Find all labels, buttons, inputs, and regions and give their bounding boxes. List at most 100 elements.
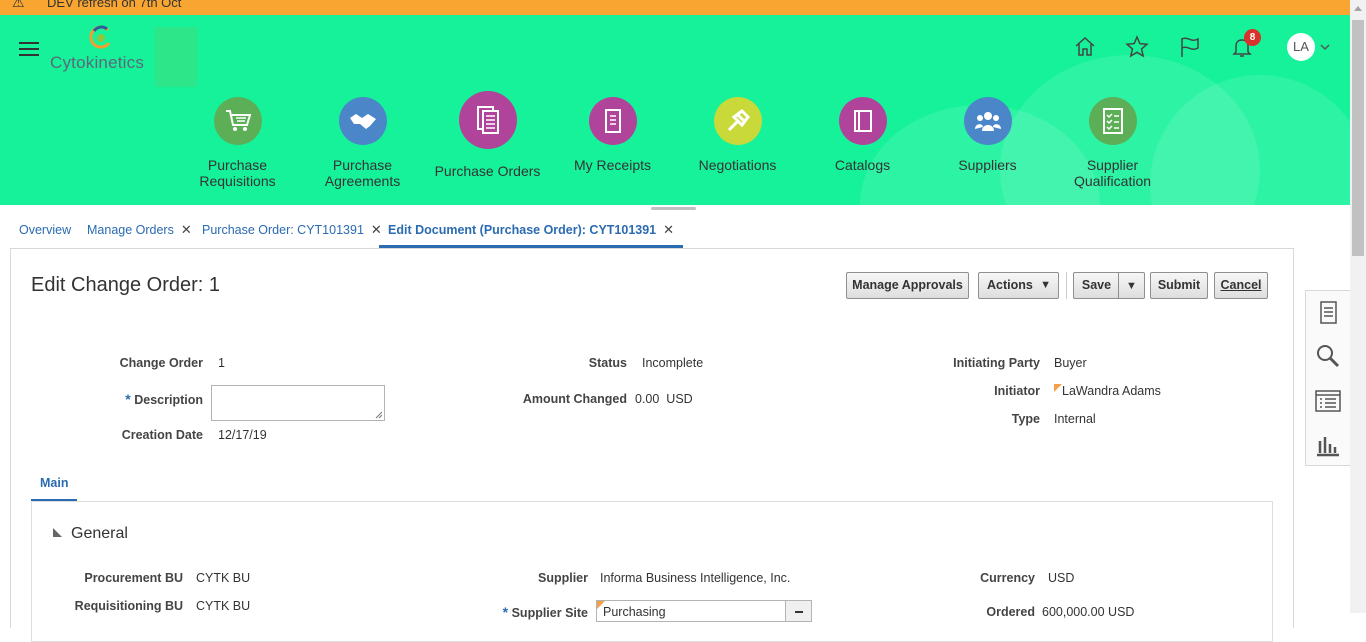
currency-label: Currency [980,571,1035,585]
gavel-icon [713,97,762,145]
save-button[interactable]: Save [1073,272,1119,299]
general-section-header[interactable]: General [53,525,128,543]
nav-purchase-requisitions[interactable]: Purchase Requisitions [175,91,300,189]
tab-label: Manage Orders [87,223,174,237]
tab-edit-document[interactable]: Edit Document (Purchase Order): CYT10139… [379,214,684,248]
actions-button[interactable]: Actions ▼ [978,272,1059,299]
nav-my-receipts[interactable]: My Receipts [550,91,675,173]
nav-catalogs[interactable]: Catalogs [800,91,925,173]
submit-button[interactable]: Submit [1150,272,1208,299]
supplier-label: Supplier [537,571,588,585]
general-title: General [71,525,128,542]
currency-value: USD [1048,571,1075,585]
dropdown-arrow-icon: ▼ [1126,280,1137,292]
amount-changed-value: 0.00 USD [635,392,693,406]
initiator-value[interactable]: LaWandra Adams [1054,384,1161,398]
change-order-label: Change Order [119,356,203,370]
nav-label: Purchase Requisitions [199,157,276,189]
springboard-collapse-handle[interactable] [651,207,696,210]
close-icon[interactable]: ✕ [181,222,192,237]
description-label: * Description [125,391,203,407]
document-icon[interactable] [1315,300,1341,326]
tab-purchase-order[interactable]: Purchase Order: CYT101391 ✕ [202,214,382,248]
supplier-site-select[interactable]: Purchasing [596,600,812,622]
creation-date-value: 12/17/19 [218,428,267,442]
document-stack-icon [458,91,517,149]
amount-changed-label: Amount Changed [522,392,627,406]
book-icon [838,97,887,145]
bar-chart-icon[interactable] [1315,431,1341,457]
people-icon [963,97,1012,145]
nav-suppliers[interactable]: Suppliers [925,91,1050,173]
favorites-star-icon[interactable] [1125,35,1151,61]
initiator-label: Initiator [994,384,1040,398]
dropdown-button[interactable] [785,601,811,621]
home-icon[interactable] [1073,35,1099,61]
app-header: Cytokinetics 8 LA Purchase Requisitions … [0,15,1350,205]
checklist-icon [1088,97,1137,145]
description-field[interactable] [211,385,385,421]
notification-badge: 8 [1244,29,1261,46]
tab-label: Overview [19,223,72,237]
toolbar-separator [1066,272,1067,299]
logo-mark-icon [89,25,111,49]
procurement-bu-value: CYTK BU [196,571,251,585]
watchlist-flag-icon[interactable] [1178,35,1204,61]
page-scrollbar[interactable] [1350,0,1366,613]
requisitioning-bu-label: Requisitioning BU [74,599,183,613]
nav-label: Negotiations [698,157,777,173]
nav-negotiations[interactable]: Negotiations [675,91,800,173]
search-icon[interactable] [1315,343,1341,369]
nav-supplier-qualification[interactable]: Supplier Qualification [1050,91,1175,189]
save-menu-button[interactable]: ▼ [1118,272,1145,299]
nav-label: Catalogs [834,157,891,173]
tab-main[interactable]: Main [31,475,78,502]
chevron-down-icon[interactable] [1319,41,1331,53]
actions-label: Actions [987,278,1033,292]
ordered-value: 600,000.00 USD [1042,605,1134,619]
nav-purchase-orders[interactable]: Purchase Orders [425,91,550,179]
supplier-site-label-text: Supplier Site [511,606,588,620]
collapse-triangle-icon[interactable] [53,528,62,537]
user-avatar[interactable]: LA [1287,33,1315,61]
status-value: Incomplete [642,356,704,370]
tab-manage-orders[interactable]: Manage Orders ✕ [87,214,192,248]
tab-overview[interactable]: Overview [19,214,71,248]
supplier-site-label: * Supplier Site [503,604,588,620]
scroll-up-icon[interactable] [1350,0,1366,17]
environment-banner: ⚠ DEV refresh on 7th Oct [0,0,1366,15]
change-flag-icon [1054,384,1062,392]
list-icon[interactable] [1315,388,1341,414]
receipt-icon [588,97,637,145]
handshake-icon [338,97,387,145]
procurement-bu-label: Procurement BU [84,571,183,585]
warning-icon: ⚠ [12,0,25,10]
type-label: Type [1011,412,1040,426]
document-tabs: Overview Manage Orders ✕ Purchase Order: … [0,214,1350,248]
initiator-name: LaWandra Adams [1062,384,1161,398]
cart-icon [213,97,262,145]
notifications-bell-icon[interactable]: 8 [1230,29,1261,61]
nav-label: Supplier Qualification [1073,157,1152,189]
amount-changed-currency: USD [666,392,693,406]
requisitioning-bu-value: CYTK BU [196,599,251,613]
scroll-thumb[interactable] [1352,20,1364,256]
close-icon[interactable]: ✕ [663,222,674,237]
right-rail [1305,290,1350,466]
manage-approvals-button[interactable]: Manage Approvals [846,272,969,299]
menu-icon[interactable] [19,42,39,56]
supplier-site-value: Purchasing [603,605,666,619]
initiating-party-value: Buyer [1054,356,1087,370]
change-flag-icon [597,601,605,609]
ordered-currency: USD [1108,605,1135,619]
nav-purchase-agreements[interactable]: Purchase Agreements [300,91,425,189]
logo-accent [155,27,197,87]
ordered-label: Ordered [986,605,1035,619]
change-order-value: 1 [218,356,225,370]
status-label: Status [588,356,627,370]
cancel-button[interactable]: Cancel [1214,272,1268,299]
resize-handle-icon[interactable] [375,411,383,419]
required-icon: * [125,391,131,407]
tab-label: Edit Document (Purchase Order): CYT10139… [388,223,657,237]
initiating-party-label: Initiating Party [953,356,1040,370]
